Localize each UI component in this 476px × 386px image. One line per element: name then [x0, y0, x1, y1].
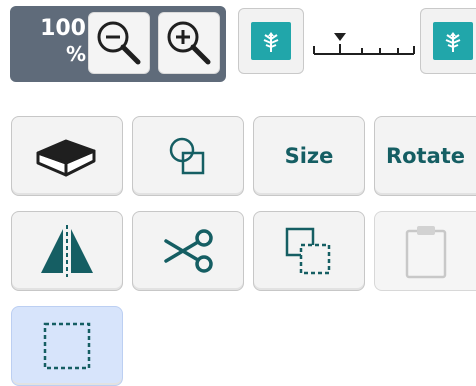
zoom-out-icon: [97, 21, 141, 65]
rotate-button[interactable]: Rotate: [374, 116, 476, 196]
leaf-icon: [251, 22, 291, 60]
duplicate-icon: [285, 227, 331, 275]
duplicate-button[interactable]: [253, 211, 365, 291]
cut-button[interactable]: [132, 211, 244, 291]
thumbnail-small-button[interactable]: [238, 8, 304, 74]
eraser-button[interactable]: [11, 116, 123, 196]
leaf-icon: [432, 22, 473, 60]
leaf-glyph: [263, 32, 279, 52]
zoom-panel: 100 %: [10, 6, 226, 82]
mirror-icon: [41, 225, 93, 277]
scissors-icon: [164, 229, 213, 273]
select-area-button[interactable]: [11, 306, 123, 386]
thumbnail-size-slider[interactable]: [312, 30, 416, 60]
size-label: Size: [284, 144, 334, 168]
zoom-out-button[interactable]: [88, 12, 150, 74]
clipboard-icon: [405, 226, 446, 279]
thumbnail-large-button[interactable]: [420, 8, 476, 74]
paste-button[interactable]: [374, 211, 476, 291]
selection-rectangle-icon: [43, 322, 91, 370]
slider-marker-icon: [334, 33, 346, 41]
zoom-in-button[interactable]: [158, 12, 220, 74]
rotate-label: Rotate: [385, 144, 466, 168]
zoom-unit: %: [65, 42, 86, 66]
shapes-icon: [169, 137, 205, 175]
size-button[interactable]: Size: [253, 116, 365, 196]
shapes-button[interactable]: [132, 116, 244, 196]
zoom-readout: 100 %: [24, 16, 86, 74]
mirror-button[interactable]: [11, 211, 123, 291]
zoom-value: 100: [40, 16, 86, 41]
zoom-in-icon: [167, 21, 211, 65]
leaf-glyph: [445, 32, 460, 52]
eraser-icon: [36, 139, 96, 177]
